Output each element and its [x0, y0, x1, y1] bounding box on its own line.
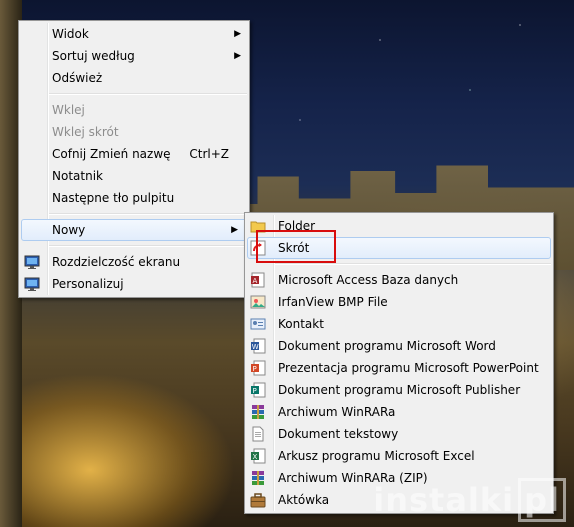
- menu-item-widok[interactable]: Widok ▶: [19, 23, 249, 45]
- svg-text:P: P: [253, 365, 257, 373]
- menu-item-sortuj-wedlug[interactable]: Sortuj według ▶: [19, 45, 249, 67]
- menu-item-label: Microsoft Access Baza danych: [278, 273, 459, 287]
- menu-item-label: Dokument programu Microsoft Publisher: [278, 383, 521, 397]
- desktop-context-menu: Widok ▶ Sortuj według ▶ Odśwież Wklej Wklej sk…: [18, 20, 250, 298]
- menu-item-wklej: Wklej: [19, 99, 249, 121]
- menu-item-dokument-tekstowy[interactable]: Dokument tekstowy: [245, 423, 553, 445]
- menu-item-irfanview-bmp-file[interactable]: IrfanView BMP File: [245, 291, 553, 313]
- word-icon: W: [250, 338, 266, 354]
- menu-item-microsoft-access-baza-danych[interactable]: A Microsoft Access Baza danych: [245, 269, 553, 291]
- svg-text:W: W: [252, 343, 259, 351]
- menu-item-label: Personalizuj: [52, 277, 124, 291]
- access-icon: A: [250, 272, 266, 288]
- menu-item-label: Wklej: [52, 103, 85, 117]
- submenu-arrow-icon: ▶: [231, 225, 238, 235]
- menu-item-nowy[interactable]: Nowy ▶: [21, 219, 247, 241]
- svg-text:X: X: [253, 453, 258, 461]
- menu-separator: [49, 245, 247, 247]
- menu-item-notatnik[interactable]: Notatnik: [19, 165, 249, 187]
- menu-item-label: Aktówka: [278, 493, 330, 507]
- menu-item-label: IrfanView BMP File: [278, 295, 388, 309]
- menu-item-odswiez[interactable]: Odśwież: [19, 67, 249, 89]
- menu-separator: [49, 213, 247, 215]
- menu-item-label: Cofnij Zmień nazwę: [52, 147, 171, 161]
- bmp-icon: [250, 294, 266, 310]
- menu-item-archiwum-winrara[interactable]: Archiwum WinRARa: [245, 401, 553, 423]
- briefcase-icon: [250, 492, 266, 508]
- shortcut-label: Ctrl+Z: [189, 147, 229, 161]
- menu-item-label: Następne tło pulpitu: [52, 191, 175, 205]
- text-document-icon: [250, 426, 266, 442]
- contact-icon: [250, 316, 266, 332]
- menu-item-label: Kontakt: [278, 317, 324, 331]
- menu-item-label: Wklej skrót: [52, 125, 119, 139]
- svg-text:P: P: [253, 387, 257, 395]
- submenu-arrow-icon: ▶: [234, 51, 241, 61]
- menu-item-rozdzielczosc-ekranu[interactable]: Rozdzielczość ekranu: [19, 251, 249, 273]
- menu-item-label: Archiwum WinRARa: [278, 405, 396, 419]
- menu-item-arkusz-programu-microsoft-excel[interactable]: X Arkusz programu Microsoft Excel: [245, 445, 553, 467]
- powerpoint-icon: P: [250, 360, 266, 376]
- menu-item-label: Arkusz programu Microsoft Excel: [278, 449, 475, 463]
- menu-item-personalizuj[interactable]: Personalizuj: [19, 273, 249, 295]
- monitor-icon: [24, 276, 40, 292]
- menu-separator: [275, 263, 551, 265]
- watermark: instalki pl: [373, 478, 566, 522]
- highlight-annotation: [256, 230, 336, 263]
- monitor-icon: [24, 254, 40, 270]
- menu-item-nastepne-tlo-pulpitu[interactable]: Następne tło pulpitu: [19, 187, 249, 209]
- menu-item-label: Sortuj według: [52, 49, 135, 63]
- svg-text:A: A: [253, 277, 258, 285]
- menu-item-cofnij-zmien-nazwe[interactable]: Cofnij Zmień nazwę Ctrl+Z: [19, 143, 249, 165]
- menu-item-label: Prezentacja programu Microsoft PowerPoin…: [278, 361, 539, 375]
- menu-item-dokument-programu-microsoft-word[interactable]: W Dokument programu Microsoft Word: [245, 335, 553, 357]
- menu-item-label: Nowy: [52, 223, 86, 237]
- menu-item-wklej-skrot: Wklej skrót: [19, 121, 249, 143]
- winrar-icon: [250, 404, 266, 420]
- submenu-arrow-icon: ▶: [234, 29, 241, 39]
- publisher-icon: P: [250, 382, 266, 398]
- menu-item-dokument-programu-microsoft-publisher[interactable]: P Dokument programu Microsoft Publisher: [245, 379, 553, 401]
- menu-item-prezentacja-programu-microsoft-powerpoint[interactable]: P Prezentacja programu Microsoft PowerPoi…: [245, 357, 553, 379]
- winrar-zip-icon: [250, 470, 266, 486]
- menu-item-label: Notatnik: [52, 169, 103, 183]
- menu-item-label: Odśwież: [52, 71, 103, 85]
- menu-separator: [49, 93, 247, 95]
- menu-item-label: Dokument tekstowy: [278, 427, 399, 441]
- menu-item-label: Widok: [52, 27, 89, 41]
- menu-item-label: Dokument programu Microsoft Word: [278, 339, 496, 353]
- menu-item-kontakt[interactable]: Kontakt: [245, 313, 553, 335]
- excel-icon: X: [250, 448, 266, 464]
- menu-item-label: Rozdzielczość ekranu: [52, 255, 181, 269]
